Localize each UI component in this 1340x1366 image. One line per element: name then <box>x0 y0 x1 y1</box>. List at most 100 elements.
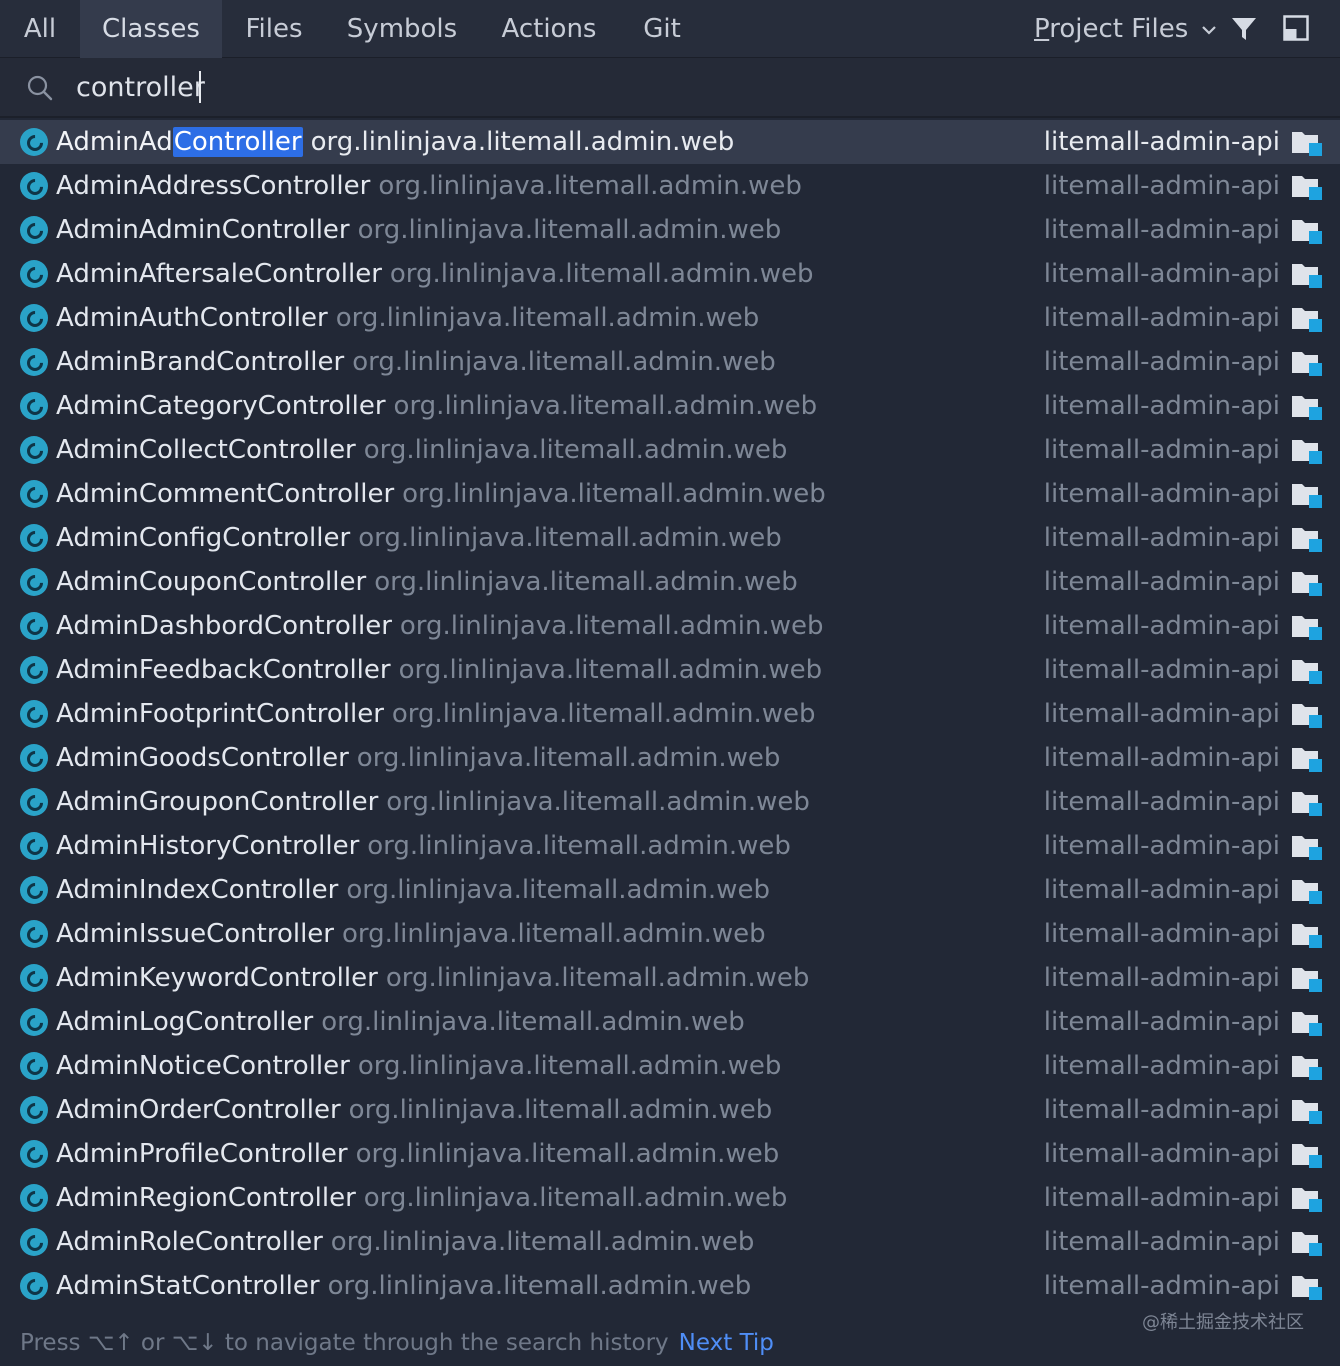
result-row[interactable]: AdminStatController org.linlinjava.litema… <box>0 1264 1340 1308</box>
result-text: AdminAftersaleController org.linlinjava.l… <box>56 252 814 296</box>
result-row[interactable]: AdminNoticeController org.linlinjava.lite… <box>0 1044 1340 1088</box>
result-row[interactable]: AdminOrderController org.linlinjava.litem… <box>0 1088 1340 1132</box>
module-name: litemall-admin-api <box>1043 1227 1280 1257</box>
class-name-prefix: AdminCouponController <box>56 567 367 597</box>
result-row[interactable]: AdminCouponController org.linlinjava.lite… <box>0 560 1340 604</box>
class-name: AdminAdminController <box>56 215 350 245</box>
module-name: litemall-admin-api <box>1043 963 1280 993</box>
class-name-prefix: AdminCommentController <box>56 479 395 509</box>
result-text: AdminAdminController org.linlinjava.litem… <box>56 208 781 252</box>
class-icon <box>20 744 48 772</box>
class-name-prefix: AdminHistoryController <box>56 831 360 861</box>
result-row[interactable]: AdminFeedbackController org.linlinjava.li… <box>0 648 1340 692</box>
class-name-prefix: AdminIndexController <box>56 875 339 905</box>
class-name-prefix: AdminDashbordController <box>56 611 392 641</box>
class-name: AdminHistoryController <box>56 831 359 861</box>
module-name: litemall-admin-api <box>1043 831 1280 861</box>
package-name: org.linlinjava.litemall.admin.web <box>327 1271 752 1301</box>
module-name: litemall-admin-api <box>1043 1271 1280 1301</box>
class-icon <box>20 1052 48 1080</box>
tab-all[interactable]: All <box>0 0 80 58</box>
filter-icon[interactable] <box>1230 15 1258 43</box>
result-row[interactable]: AdminDashbordController org.linlinjava.li… <box>0 604 1340 648</box>
result-row[interactable]: AdminAdminController org.linlinjava.litem… <box>0 208 1340 252</box>
module-name: litemall-admin-api <box>1043 1007 1280 1037</box>
module-name: litemall-admin-api <box>1043 259 1280 289</box>
result-row[interactable]: AdminGoodsController org.linlinjava.litem… <box>0 736 1340 780</box>
class-name: AdminRegionController <box>56 1183 356 1213</box>
package-name: org.linlinjava.litemall.admin.web <box>386 787 810 817</box>
module-name: litemall-admin-api <box>1043 1095 1280 1125</box>
package-name: org.linlinjava.litemall.admin.web <box>330 1227 755 1257</box>
module-folder-icon <box>1292 616 1322 640</box>
package-name: org.linlinjava.litemall.admin.web <box>348 1095 773 1125</box>
tab-symbols[interactable]: Symbols <box>326 0 478 58</box>
result-row[interactable]: AdminAdController org.linlinjava.litemall… <box>0 120 1340 164</box>
result-row[interactable]: AdminHistoryController org.linlinjava.lit… <box>0 824 1340 868</box>
package-name: org.linlinjava.litemall.admin.web <box>389 259 814 289</box>
result-text: AdminRoleController org.linlinjava.litema… <box>56 1220 754 1264</box>
class-name: AdminCommentController <box>56 479 394 509</box>
result-row[interactable]: AdminCategoryController org.linlinjava.li… <box>0 384 1340 428</box>
module-name: litemall-admin-api <box>1043 567 1280 597</box>
result-row[interactable]: AdminRegionController org.linlinjava.lite… <box>0 1176 1340 1220</box>
result-row[interactable]: AdminIndexController org.linlinjava.litem… <box>0 868 1340 912</box>
package-name: org.linlinjava.litemall.admin.web <box>358 523 782 553</box>
result-row[interactable]: AdminBrandController org.linlinjava.litem… <box>0 340 1340 384</box>
search-everywhere-popup: All Classes Files Symbols Actions Git Pr… <box>0 0 1340 1366</box>
result-text: AdminFootprintController org.linlinjava.l… <box>56 692 816 736</box>
class-name-prefix: AdminGrouponController <box>56 787 379 817</box>
module-folder-icon <box>1292 1100 1322 1124</box>
class-icon <box>20 1096 48 1124</box>
module-name: litemall-admin-api <box>1043 875 1280 905</box>
result-row[interactable]: AdminRoleController org.linlinjava.litema… <box>0 1220 1340 1264</box>
tab-files[interactable]: Files <box>222 0 326 58</box>
module-folder-icon <box>1292 704 1322 728</box>
search-input[interactable]: controller <box>76 68 205 108</box>
result-row[interactable]: AdminGrouponController org.linlinjava.lit… <box>0 780 1340 824</box>
class-icon <box>20 832 48 860</box>
result-row[interactable]: AdminProfileController org.linlinjava.lit… <box>0 1132 1340 1176</box>
tab-actions[interactable]: Actions <box>478 0 620 58</box>
result-row[interactable]: AdminAftersaleController org.linlinjava.l… <box>0 252 1340 296</box>
result-text: AdminStatController org.linlinjava.litema… <box>56 1264 751 1308</box>
result-row[interactable]: AdminIssueController org.linlinjava.litem… <box>0 912 1340 956</box>
package-name: org.linlinjava.litemall.admin.web <box>391 699 816 729</box>
chevron-down-icon <box>1201 25 1216 35</box>
result-row[interactable]: AdminAuthController org.linlinjava.litema… <box>0 296 1340 340</box>
layout-icon[interactable] <box>1283 15 1309 41</box>
class-name-prefix: AdminOrderController <box>56 1095 341 1125</box>
class-icon <box>20 392 48 420</box>
tab-git[interactable]: Git <box>620 0 704 58</box>
scope-dropdown[interactable]: Project Files <box>1034 0 1217 58</box>
tab-classes[interactable]: Classes <box>80 0 222 58</box>
footer: Press ⌥↑ or ⌥↓ to navigate through the s… <box>0 1312 1340 1366</box>
class-icon <box>20 656 48 684</box>
result-row[interactable]: AdminAddressController org.linlinjava.lit… <box>0 164 1340 208</box>
result-row[interactable]: AdminConfigController org.linlinjava.lite… <box>0 516 1340 560</box>
package-name: org.linlinjava.litemall.admin.web <box>335 303 760 333</box>
class-name-prefix: AdminCollectController <box>56 435 356 465</box>
class-icon <box>20 612 48 640</box>
class-name: AdminOrderController <box>56 1095 341 1125</box>
module-folder-icon <box>1292 132 1322 156</box>
result-row[interactable]: AdminCommentController org.linlinjava.lit… <box>0 472 1340 516</box>
result-row[interactable]: AdminKeywordController org.linlinjava.lit… <box>0 956 1340 1000</box>
module-name: litemall-admin-api <box>1043 655 1280 685</box>
class-name: AdminNoticeController <box>56 1051 350 1081</box>
package-name: org.linlinjava.litemall.admin.web <box>342 919 766 949</box>
module-folder-icon <box>1292 572 1322 596</box>
result-text: AdminCategoryController org.linlinjava.li… <box>56 384 817 428</box>
tab-bar: All Classes Files Symbols Actions Git Pr… <box>0 0 1340 58</box>
match-highlight: Controller <box>172 127 303 157</box>
result-row[interactable]: AdminCollectController org.linlinjava.lit… <box>0 428 1340 472</box>
class-icon <box>20 1228 48 1256</box>
class-name: AdminRoleController <box>56 1227 323 1257</box>
next-tip-link[interactable]: Next Tip <box>679 1330 774 1356</box>
module-name: litemall-admin-api <box>1043 303 1280 333</box>
module-name: litemall-admin-api <box>1043 435 1280 465</box>
module-folder-icon <box>1292 924 1322 948</box>
result-row[interactable]: AdminFootprintController org.linlinjava.l… <box>0 692 1340 736</box>
package-name: org.linlinjava.litemall.admin.web <box>385 963 810 993</box>
result-row[interactable]: AdminLogController org.linlinjava.litemal… <box>0 1000 1340 1044</box>
